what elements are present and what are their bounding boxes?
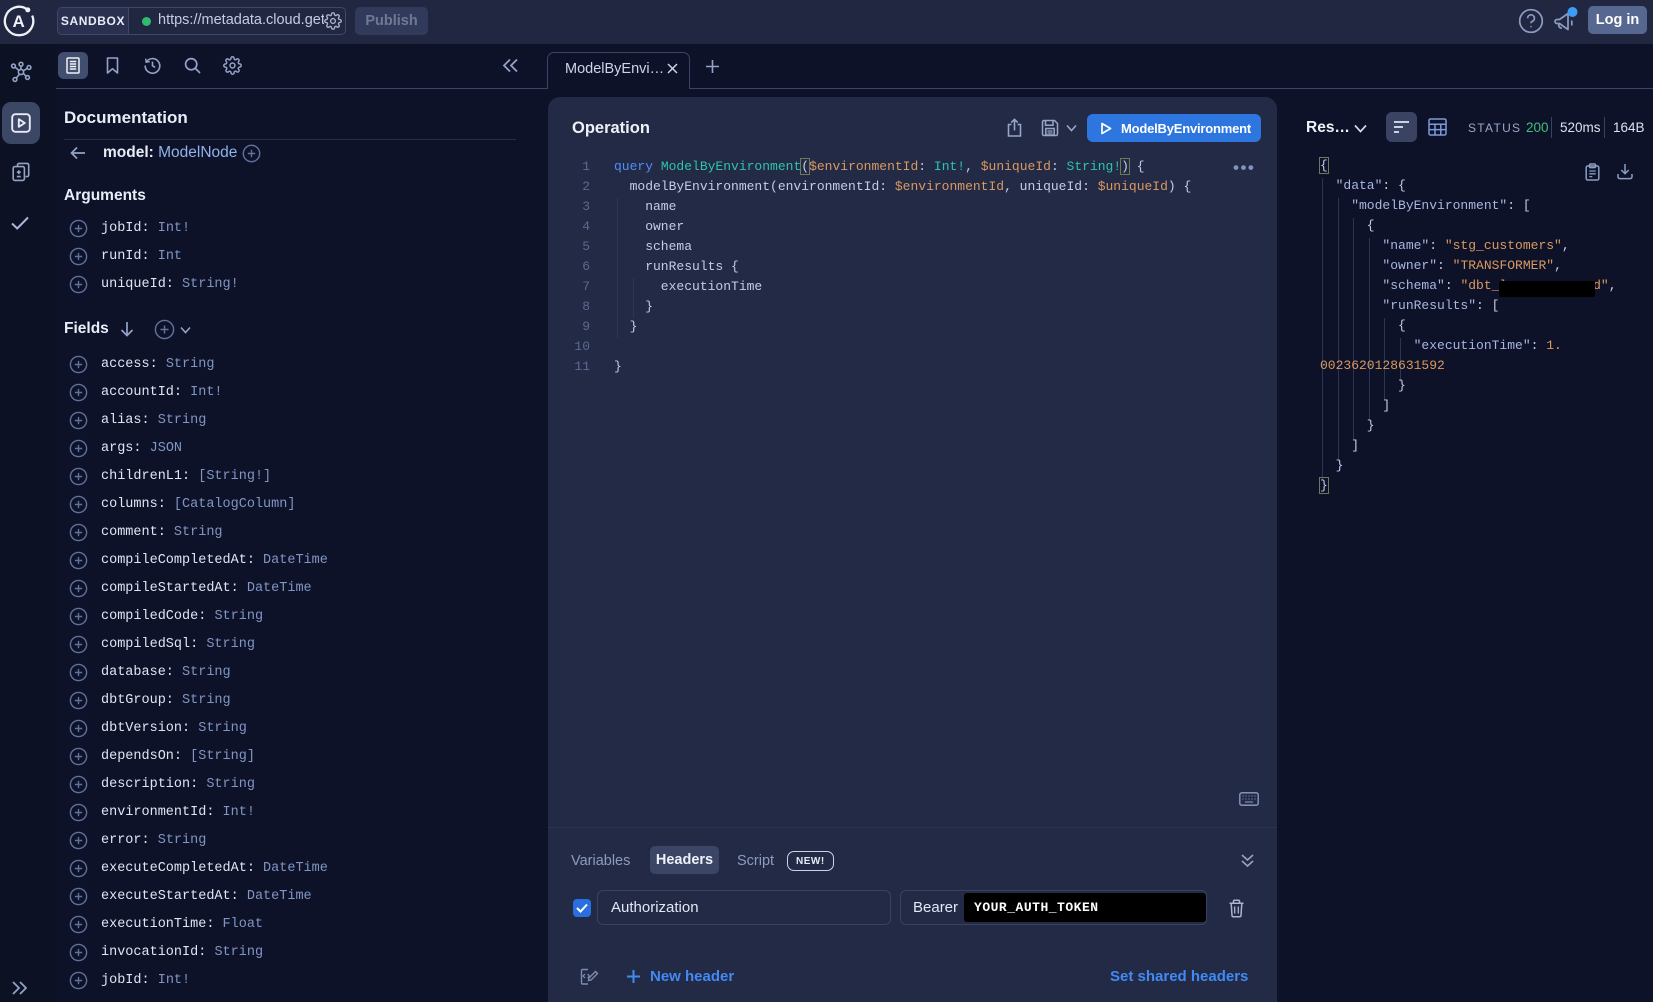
svg-text:A: A bbox=[12, 12, 24, 31]
